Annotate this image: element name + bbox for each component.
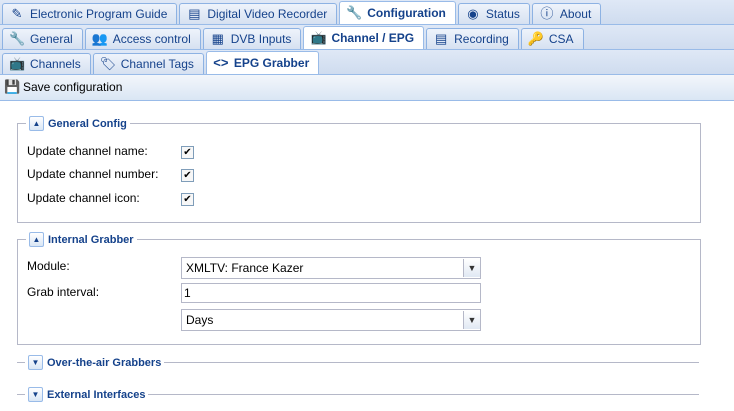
tab-label: Configuration [367,6,446,20]
chevron-down-icon[interactable]: ▼ [463,311,480,329]
module-select-value: XMLTV: France Kazer [186,261,304,275]
unit-select-value: Days [186,313,214,327]
info-icon: ⓘ [540,6,554,21]
toolbar: 💾 Save configuration [0,75,734,101]
main-tab-bar: ✎ Electronic Program Guide ▤ Digital Video… [0,0,734,25]
expand-down-icon[interactable]: ▼ [28,387,43,402]
code-icon: <> [213,55,229,70]
collapse-up-icon[interactable]: ▲ [29,116,44,131]
wrench-icon: 🔧 [9,31,26,46]
tab-label: About [559,7,592,21]
module-select[interactable]: XMLTV: France Kazer ▼ [181,257,481,279]
key-icon: 🔑 [527,31,545,46]
ota-grabbers-fieldset: ▼ Over-the-air Grabbers [17,355,699,370]
chevron-down-icon[interactable]: ▼ [463,259,480,277]
update-channel-icon-checkbox[interactable]: ✔ [181,193,194,206]
fieldset-title: General Config [48,117,127,130]
general-config-legend: ▲ General Config [26,116,130,131]
card-icon: ▦ [211,31,224,46]
tab-status[interactable]: ◉ Status [457,3,530,24]
tab-epg[interactable]: ✎ Electronic Program Guide [2,3,178,24]
collapse-up-icon[interactable]: ▲ [29,232,44,247]
tab-label: General [30,32,73,46]
tab-channel-tags[interactable]: 🏷 Channel Tags [92,53,204,74]
save-icon: 💾 [4,79,21,94]
tab-dvr[interactable]: ▤ Digital Video Recorder [179,3,338,24]
tag-icon: 🏷 [99,56,117,71]
tab-configuration[interactable]: 🔧 Configuration [339,1,456,24]
wrench-icon: 🔧 [346,5,363,20]
tab-epg-grabber[interactable]: <> EPG Grabber [205,51,320,74]
save-configuration-button[interactable]: 💾 Save configuration [4,79,122,95]
module-label: Module: [27,259,70,273]
grab-interval-unit-select[interactable]: Days ▼ [181,309,481,331]
config-tab-bar: 🔧 General 👥 Access control ▦ DVB Inputs 📺 Ch… [0,25,734,50]
ota-grabbers-legend: ▼ Over-the-air Grabbers [25,355,165,370]
tab-general[interactable]: 🔧 General [2,28,83,49]
expand-down-icon[interactable]: ▼ [28,355,43,370]
tab-label: Access control [112,32,191,46]
internal-grabber-fieldset: ▲ Internal Grabber Module: XMLTV: France… [17,232,701,345]
tab-csa[interactable]: 🔑 CSA [520,28,584,49]
tab-label: Digital Video Recorder [207,7,328,21]
update-channel-name-checkbox[interactable]: ✔ [181,146,194,159]
fieldset-title: Over-the-air Grabbers [47,356,162,369]
epg-sub-tab-bar: 📺 Channels 🏷 Channel Tags <> EPG Grabber [0,50,734,75]
tab-label: Electronic Program Guide [30,7,168,21]
grab-interval-label: Grab interval: [27,285,100,299]
external-interfaces-legend: ▼ External Interfaces [25,387,149,402]
update-channel-number-label: Update channel number: [27,167,159,181]
tab-channels[interactable]: 📺 Channels [2,53,91,74]
tab-dvb-inputs[interactable]: ▦ DVB Inputs [202,28,302,49]
tv-icon: 📺 [310,30,327,45]
tab-label: Channel / EPG [331,31,415,45]
tab-label: Recording [454,32,509,46]
users-icon: 👥 [91,31,108,46]
internal-grabber-legend: ▲ Internal Grabber [26,232,137,247]
video-icon: ▤ [434,31,448,46]
pencil-icon: ✎ [11,6,23,21]
tab-about[interactable]: ⓘ About [531,3,602,24]
grab-interval-input[interactable]: 1 [181,283,481,303]
tab-label: DVB Inputs [230,32,292,46]
external-interfaces-fieldset: ▼ External Interfaces [17,387,699,402]
update-channel-icon-label: Update channel icon: [27,191,140,205]
tab-access-control[interactable]: 👥 Access control [84,28,201,49]
tab-label: EPG Grabber [233,56,310,70]
tab-label: Channels [30,57,81,71]
tv-icon: 📺 [9,56,26,71]
tab-label: CSA [548,32,574,46]
general-config-fieldset: ▲ General Config Update channel name: ✔ … [17,116,701,223]
update-channel-name-label: Update channel name: [27,144,148,158]
epg-grabber-form: ▲ General Config Update channel name: ✔ … [0,101,734,411]
tab-channel-epg[interactable]: 📺 Channel / EPG [303,26,425,49]
update-channel-number-checkbox[interactable]: ✔ [181,169,194,182]
fieldset-title: External Interfaces [47,388,146,401]
tab-label: Channel Tags [120,57,194,71]
fieldset-title: Internal Grabber [48,233,134,246]
tab-recording[interactable]: ▤ Recording [426,28,519,49]
tab-label: Status [485,7,520,21]
save-configuration-label: Save configuration [23,80,123,94]
video-icon: ▤ [188,6,201,21]
eye-icon: ◉ [467,6,479,21]
